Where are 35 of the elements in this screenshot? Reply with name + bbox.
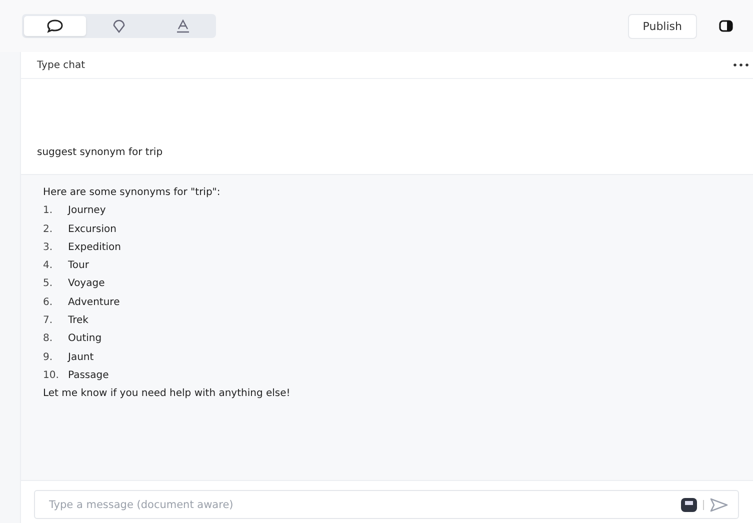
- publish-button[interactable]: Publish: [628, 14, 697, 38]
- list-item: Expedition: [68, 242, 122, 253]
- message-field[interactable]: Type a message (document aware): [47, 498, 675, 512]
- reply-outro: Let me know if you need help with anything else!: [43, 388, 290, 400]
- document-icon[interactable]: [681, 498, 697, 512]
- list-number: 5.: [43, 278, 54, 290]
- text-style-icon: [176, 19, 190, 33]
- list-number: 7.: [43, 315, 54, 326]
- more-icon[interactable]: [733, 63, 749, 67]
- list-item: Adventure: [68, 296, 120, 308]
- list-item: Voyage: [68, 278, 105, 290]
- list-number: 6.: [43, 296, 54, 308]
- reply-intro: Here are some synonyms for "trip":: [43, 187, 220, 198]
- list-number: 9.: [43, 352, 54, 363]
- list-number: 1.: [43, 205, 54, 216]
- list-number: 4.: [43, 260, 54, 272]
- chat-title: Type chat: [37, 60, 86, 70]
- list-number: 8.: [43, 333, 54, 344]
- list-item: Passage: [68, 370, 109, 381]
- list-item: Tour: [68, 260, 89, 272]
- user-message: suggest synonym for trip: [37, 147, 163, 158]
- list-item: Journey: [68, 205, 106, 216]
- list-number: 10.: [43, 370, 60, 381]
- panel-toggle-icon[interactable]: [719, 20, 733, 32]
- chat-bubble-icon: [46, 19, 64, 33]
- list-item: Outing: [68, 333, 102, 344]
- list-number: 3.: [43, 242, 54, 253]
- send-icon[interactable]: [710, 498, 728, 512]
- list-number: 2.: [43, 224, 54, 235]
- list-item: Excursion: [68, 224, 116, 235]
- message-composer[interactable]: Type a message (document aware): [34, 490, 739, 519]
- pin-icon: [112, 19, 126, 33]
- list-item: Jaunt: [68, 352, 94, 363]
- list-item: Trek: [68, 315, 88, 326]
- tab[interactable]: [24, 16, 86, 36]
